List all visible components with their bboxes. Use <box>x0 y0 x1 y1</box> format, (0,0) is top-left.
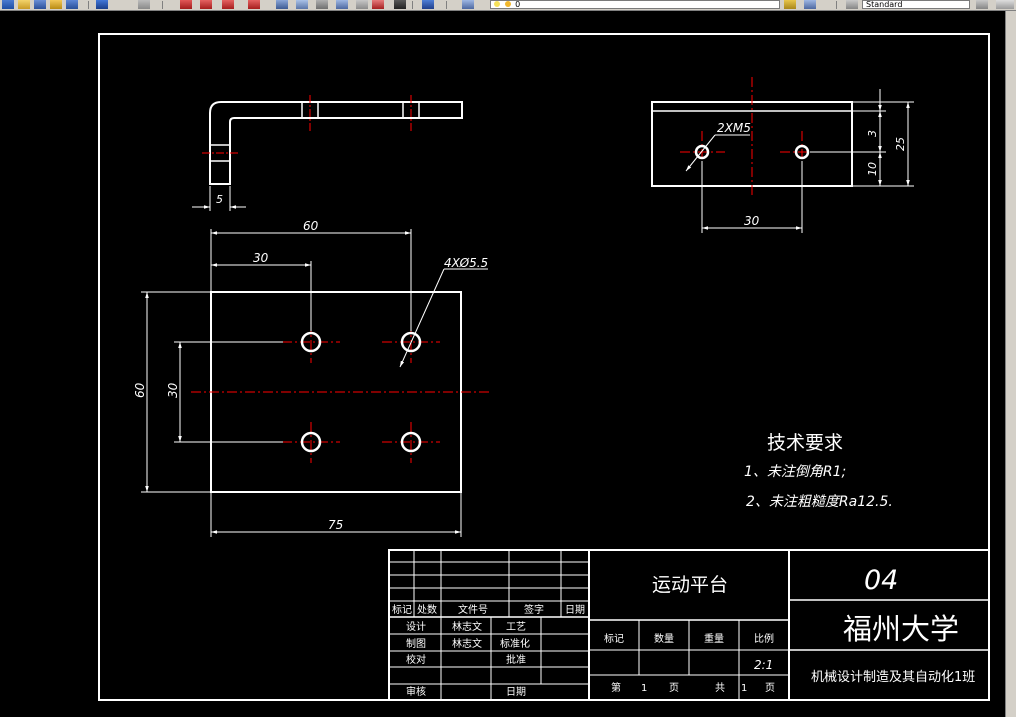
zoom-previous-icon[interactable] <box>248 0 260 9</box>
open-file-icon[interactable] <box>18 0 30 9</box>
rev-header-sign: 签字 <box>524 603 544 616</box>
sheet-prefix: 第 <box>611 681 621 694</box>
review-label: 审核 <box>406 685 426 698</box>
make-layer-current-icon[interactable] <box>784 0 796 9</box>
text-style-value: Standard <box>866 0 903 9</box>
table-style-icon[interactable] <box>996 0 1014 9</box>
cad-toolbar: 0 Standard <box>0 0 1016 11</box>
sheet-no: 1 <box>641 683 647 694</box>
thread-callout-text: 2XM5 <box>717 121 751 135</box>
date-label: 日期 <box>506 686 526 698</box>
scale-label: 比例 <box>754 632 774 645</box>
dim-text-side-3: 3 <box>866 130 879 137</box>
design-label: 设计 <box>406 620 426 633</box>
dim-text-side-10: 10 <box>866 162 879 176</box>
sun-icon <box>504 1 511 7</box>
dim-text-75-width: 75 <box>328 518 343 532</box>
total-unit: 页 <box>765 682 775 694</box>
help-icon[interactable] <box>422 0 434 9</box>
dim-text-60-height: 60 <box>133 382 147 398</box>
layer-manager-icon[interactable] <box>462 0 474 9</box>
rev-header-count: 处数 <box>417 603 437 616</box>
notes-line-2: 2、未注粗糙度Ra12.5. <box>746 494 893 510</box>
properties-icon[interactable] <box>276 0 288 9</box>
class-name: 机械设计制造及其自动化1班 <box>811 670 975 685</box>
toolbar-separator <box>412 1 413 9</box>
rev-header-docno: 文件号 <box>458 603 488 616</box>
save-icon[interactable] <box>34 0 46 9</box>
front-view-bracket <box>209 101 463 185</box>
toolbar-separator <box>836 1 837 9</box>
hole-callout-text: 4XØ5.5 <box>444 256 488 270</box>
designer-name: 林志文 <box>452 620 482 633</box>
dimension-style-icon[interactable] <box>976 0 988 9</box>
text-style-icon[interactable] <box>846 0 858 9</box>
drawing-canvas[interactable]: 5 60 30 4XØ5.5 60 30 75 2XM5 30 3 10 25 … <box>0 11 1005 717</box>
zoom-window-icon[interactable] <box>222 0 234 9</box>
part-name: 运动平台 <box>652 574 728 596</box>
cad-drawing: 5 60 30 4XØ5.5 60 30 75 2XM5 30 3 10 25 … <box>98 33 990 701</box>
total-prefix: 共 <box>715 682 725 694</box>
approve-label: 批准 <box>506 653 526 666</box>
text-style-dropdown[interactable]: Standard <box>862 0 970 9</box>
mark-label: 标记 <box>604 633 624 645</box>
lightbulb-icon <box>494 1 500 7</box>
pan-icon[interactable] <box>180 0 192 9</box>
design-center-icon[interactable] <box>296 0 308 9</box>
dim-text-60-width: 60 <box>303 219 319 233</box>
toolbar-separator <box>88 1 89 9</box>
layer-value: 0 <box>515 0 521 9</box>
weight-label: 重量 <box>704 632 724 645</box>
quick-calc-icon[interactable] <box>372 0 384 9</box>
dim-plan-30-width <box>211 261 312 331</box>
layer-previous-icon[interactable] <box>804 0 816 9</box>
front-view-centerlines <box>202 95 412 154</box>
table-icon[interactable] <box>394 0 406 9</box>
vertical-scrollbar[interactable] <box>1005 11 1016 717</box>
dim-text-30-width: 30 <box>253 251 269 265</box>
notes-line-1: 1、未注倒角R1; <box>744 464 846 480</box>
dim-text-side-25: 25 <box>894 137 907 151</box>
check-label: 校对 <box>406 653 426 666</box>
toolbar-separator <box>162 1 163 9</box>
sheet-unit: 页 <box>669 682 679 694</box>
sheet-set-icon[interactable] <box>336 0 348 9</box>
total-no: 1 <box>741 683 747 694</box>
undo-icon[interactable] <box>66 0 78 9</box>
layer-dropdown[interactable]: 0 <box>490 0 780 9</box>
dim-text-5: 5 <box>216 193 223 206</box>
rev-header-date: 日期 <box>565 604 585 616</box>
markup-icon[interactable] <box>356 0 368 9</box>
drafter-name: 林志文 <box>452 637 482 650</box>
notes-title: 技术要求 <box>767 432 843 454</box>
leader-hole-callout <box>399 268 488 368</box>
tool-palettes-icon[interactable] <box>316 0 328 9</box>
scale-value: 2:1 <box>754 658 773 672</box>
dim-text-30-height: 30 <box>166 382 180 398</box>
print-icon[interactable] <box>50 0 62 9</box>
qty-label: 数量 <box>654 632 674 645</box>
rev-header-mark: 标记 <box>392 604 412 616</box>
school-name: 福州大学 <box>843 612 959 646</box>
zoom-realtime-icon[interactable] <box>200 0 212 9</box>
dim-text-side-30: 30 <box>744 214 760 228</box>
standard-label: 标准化 <box>500 637 530 650</box>
redo-icon[interactable] <box>96 0 108 9</box>
toolbar-separator <box>446 1 447 9</box>
match-properties-icon[interactable] <box>138 0 150 9</box>
new-file-icon[interactable] <box>2 0 14 9</box>
drawing-number: 04 <box>864 565 898 596</box>
process-label: 工艺 <box>506 621 526 633</box>
drafting-label: 制图 <box>406 637 426 650</box>
